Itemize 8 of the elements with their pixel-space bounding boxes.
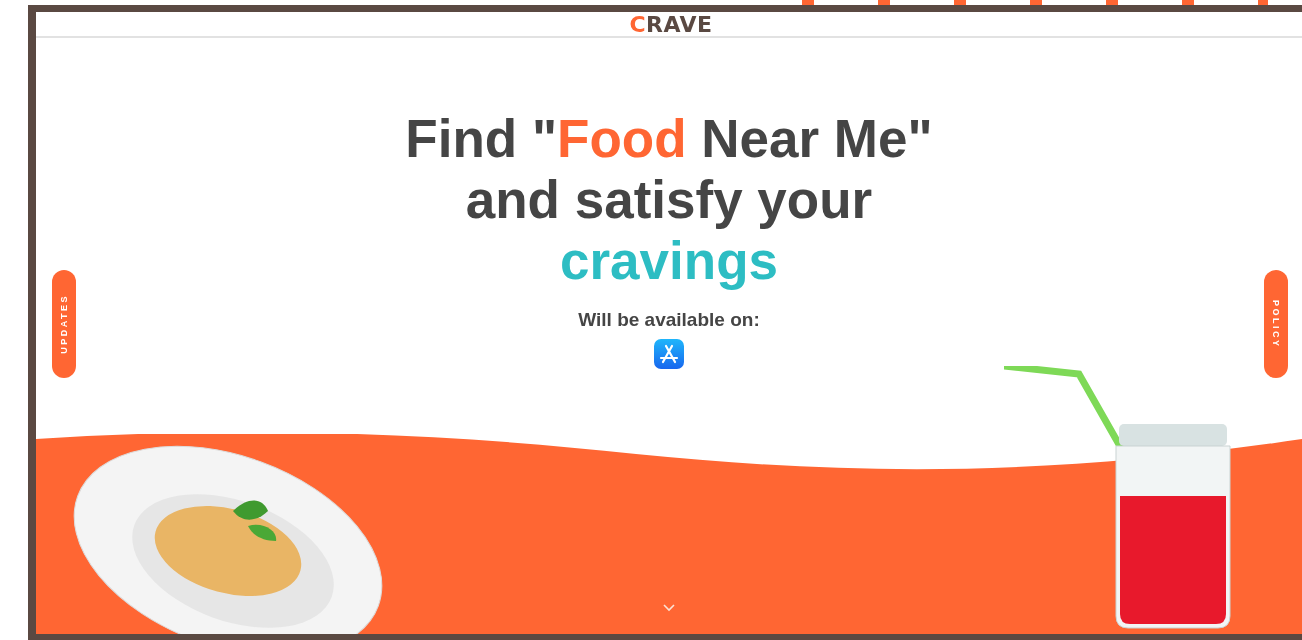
availability-label: Will be available on: xyxy=(578,309,760,331)
app-store-icon[interactable] xyxy=(654,339,684,369)
side-tab[interactable]: POLICY xyxy=(1264,270,1288,378)
side-tab[interactable]: UPDATES xyxy=(52,270,76,378)
headline-line: Find "Food Near Me" xyxy=(405,108,933,169)
headline-line: cravings xyxy=(560,230,778,291)
crave-logo[interactable]: CRAVE xyxy=(629,14,713,36)
headline-line: and satisfy your xyxy=(465,169,873,230)
